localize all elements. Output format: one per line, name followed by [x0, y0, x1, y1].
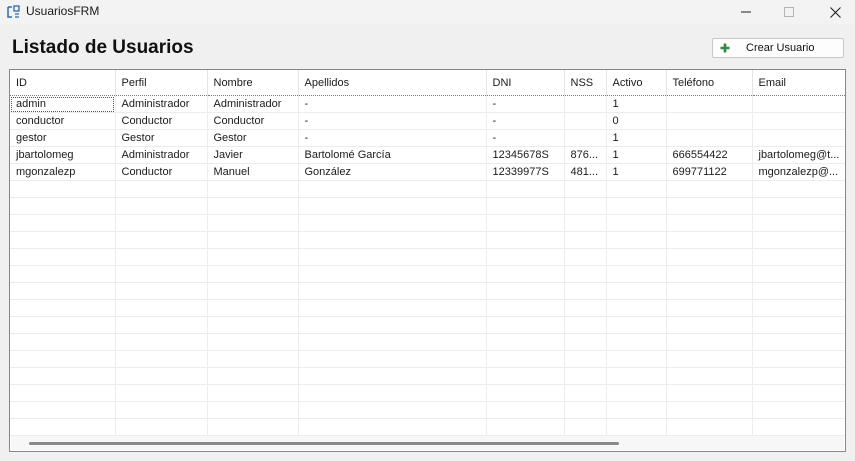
table-cell[interactable]: -	[486, 129, 565, 147]
close-icon	[829, 6, 841, 18]
minimize-button[interactable]	[723, 0, 769, 24]
table-cell[interactable]: -	[298, 112, 487, 130]
header-row: ID Perfil Nombre Apellidos DNI NSS Activ…	[10, 70, 845, 96]
column-header-nss[interactable]: NSS	[564, 70, 607, 96]
table-row[interactable]: conductor Conductor Conductor - - 0	[10, 112, 845, 130]
table-cell[interactable]	[752, 95, 845, 113]
table-cell[interactable]: Conductor	[115, 112, 208, 130]
table-cell[interactable]	[564, 129, 607, 147]
table-cell[interactable]: -	[298, 129, 487, 147]
table-cell[interactable]: -	[486, 112, 565, 130]
maximize-button[interactable]	[766, 0, 812, 24]
table-row[interactable]: admin Administrador Administrador - - 1	[10, 95, 845, 113]
empty-row	[10, 350, 845, 368]
table-cell[interactable]	[666, 129, 753, 147]
table-cell[interactable]: 0	[606, 112, 667, 130]
page-title: Listado de Usuarios	[12, 37, 194, 58]
column-header-nombre[interactable]: Nombre	[207, 70, 299, 96]
table-cell[interactable]: Javier	[207, 146, 299, 164]
empty-row	[10, 418, 845, 436]
table-cell[interactable]: 12339977S	[486, 163, 565, 181]
empty-row	[10, 316, 845, 334]
title-bar: UsuariosFRM	[0, 0, 855, 24]
table-cell[interactable]: mgonzalezp@...	[752, 163, 845, 181]
table-cell[interactable]: González	[298, 163, 487, 181]
column-header-perfil[interactable]: Perfil	[115, 70, 208, 96]
table-row[interactable]: mgonzalezp Conductor Manuel González 123…	[10, 163, 845, 181]
table-cell[interactable]	[752, 129, 845, 147]
minimize-icon	[741, 11, 751, 13]
column-header-email[interactable]: Email	[752, 70, 845, 96]
scrollbar-thumb[interactable]	[29, 442, 619, 445]
table-cell[interactable]	[564, 112, 607, 130]
table-cell[interactable]: mgonzalezp	[10, 163, 116, 181]
table-cell[interactable]	[564, 95, 607, 113]
table-cell[interactable]: 1	[606, 95, 667, 113]
empty-row	[10, 180, 845, 198]
maximize-icon	[784, 7, 794, 17]
table-cell[interactable]	[752, 112, 845, 130]
column-header-apellidos[interactable]: Apellidos	[298, 70, 487, 96]
table-cell[interactable]: Manuel	[207, 163, 299, 181]
table-cell[interactable]: Administrador	[115, 95, 208, 113]
create-user-label: Crear Usuario	[746, 42, 815, 54]
table-cell[interactable]	[666, 112, 753, 130]
column-header-activo[interactable]: Activo	[606, 70, 667, 96]
table-cell[interactable]: -	[486, 95, 565, 113]
empty-row	[10, 231, 845, 249]
table-cell[interactable]: 12345678S	[486, 146, 565, 164]
horizontal-scrollbar[interactable]	[11, 436, 844, 450]
table-cell[interactable]: admin	[10, 95, 116, 113]
column-header-id[interactable]: ID	[10, 70, 116, 96]
table-cell[interactable]: Administrador	[115, 146, 208, 164]
empty-row	[10, 197, 845, 215]
table-cell[interactable]: Conductor	[115, 163, 208, 181]
table-cell[interactable]: 1	[606, 129, 667, 147]
table-cell[interactable]: 1	[606, 146, 667, 164]
window-title: UsuariosFRM	[26, 4, 100, 18]
table-row[interactable]: gestor Gestor Gestor - - 1	[10, 129, 845, 147]
empty-row	[10, 333, 845, 351]
table-cell[interactable]: Conductor	[207, 112, 299, 130]
column-header-dni[interactable]: DNI	[486, 70, 565, 96]
empty-row	[10, 367, 845, 385]
table-cell[interactable]: Gestor	[115, 129, 208, 147]
table-cell[interactable]: gestor	[10, 129, 116, 147]
close-button[interactable]	[812, 0, 855, 24]
users-grid[interactable]: ID Perfil Nombre Apellidos DNI NSS Activ…	[9, 69, 846, 452]
empty-row	[10, 282, 845, 300]
users-table: ID Perfil Nombre Apellidos DNI NSS Activ…	[10, 70, 845, 436]
table-cell[interactable]: -	[298, 95, 487, 113]
empty-row	[10, 248, 845, 266]
empty-row	[10, 214, 845, 232]
table-cell[interactable]: 1	[606, 163, 667, 181]
empty-row	[10, 384, 845, 402]
column-header-telefono[interactable]: Teléfono	[666, 70, 753, 96]
table-row[interactable]: jbartolomeg Administrador Javier Bartolo…	[10, 146, 845, 164]
table-cell[interactable]: 666554422	[666, 146, 753, 164]
table-cell[interactable]: 699771122	[666, 163, 753, 181]
table-cell[interactable]: 481...	[564, 163, 607, 181]
table-cell[interactable]	[666, 95, 753, 113]
table-cell[interactable]: conductor	[10, 112, 116, 130]
table-cell[interactable]: Administrador	[207, 95, 299, 113]
table-cell[interactable]: jbartolomeg	[10, 146, 116, 164]
empty-row	[10, 265, 845, 283]
form-icon	[7, 5, 20, 18]
empty-row	[10, 401, 845, 419]
plus-icon	[720, 43, 730, 53]
table-cell[interactable]: jbartolomeg@t...	[752, 146, 845, 164]
table-cell[interactable]: 876...	[564, 146, 607, 164]
create-user-button[interactable]: Crear Usuario	[712, 38, 844, 58]
empty-row	[10, 299, 845, 317]
table-cell[interactable]: Bartolomé García	[298, 146, 487, 164]
table-cell[interactable]: Gestor	[207, 129, 299, 147]
